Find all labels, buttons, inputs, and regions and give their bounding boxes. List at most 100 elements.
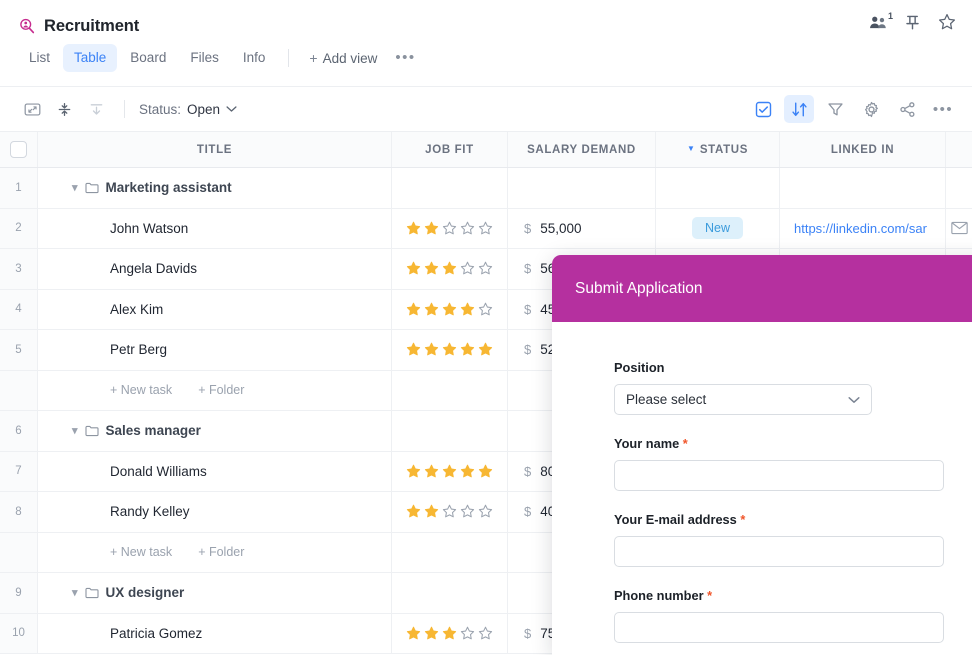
new-folder-button[interactable]: + Folder: [198, 545, 244, 559]
chevron-down-icon[interactable]: ▾: [72, 181, 78, 194]
cell-job-fit[interactable]: [392, 411, 508, 451]
star-filled-icon[interactable]: [406, 221, 421, 236]
star-filled-icon[interactable]: [442, 302, 457, 317]
group-row-label[interactable]: ▾Sales manager: [72, 423, 201, 438]
star-filled-icon[interactable]: [442, 342, 457, 357]
cell-title[interactable]: John Watson: [38, 209, 392, 249]
phone-input[interactable]: [614, 612, 944, 643]
checkbox-select-icon[interactable]: [748, 95, 778, 123]
table-row[interactable]: 2John Watson$55,000Newhttps://linkedin.c…: [0, 209, 972, 250]
cell-status[interactable]: New: [656, 209, 780, 249]
expand-icon[interactable]: [18, 96, 46, 122]
star-filled-icon[interactable]: [460, 302, 475, 317]
collapse-rows-icon[interactable]: [50, 96, 78, 122]
star-empty-icon[interactable]: [478, 261, 493, 276]
tab-list[interactable]: List: [18, 44, 61, 72]
star-filled-icon[interactable]: [424, 464, 439, 479]
star-empty-icon[interactable]: [460, 261, 475, 276]
job-fit-rating[interactable]: [406, 221, 493, 236]
filter-icon[interactable]: [820, 95, 850, 123]
column-header-salary-demand[interactable]: SALARY DEMAND: [508, 132, 656, 167]
members-icon[interactable]: 1: [869, 15, 887, 35]
select-all-checkbox[interactable]: [10, 141, 27, 158]
cell-job-fit[interactable]: [392, 614, 508, 654]
cell-job-fit[interactable]: [392, 371, 508, 411]
cell-salary-demand[interactable]: [508, 168, 656, 208]
cell-title[interactable]: ▾Sales manager: [38, 411, 392, 451]
group-row-label[interactable]: ▾Marketing assistant: [72, 180, 232, 195]
cell-salary-demand[interactable]: $55,000: [508, 209, 656, 249]
more-icon[interactable]: •••: [928, 95, 958, 123]
star-empty-icon[interactable]: [442, 221, 457, 236]
star-empty-icon[interactable]: [478, 302, 493, 317]
job-fit-rating[interactable]: [406, 342, 493, 357]
group-row-label[interactable]: ▾UX designer: [72, 585, 184, 600]
star-filled-icon[interactable]: [406, 504, 421, 519]
email-input[interactable]: [614, 536, 944, 567]
star-empty-icon[interactable]: [478, 504, 493, 519]
cell-job-fit[interactable]: [392, 573, 508, 613]
cell-title[interactable]: Patricia Gomez: [38, 614, 392, 654]
cell-title[interactable]: Randy Kelley: [38, 492, 392, 532]
tab-info[interactable]: Info: [232, 44, 277, 72]
job-fit-rating[interactable]: [406, 261, 493, 276]
star-empty-icon[interactable]: [478, 626, 493, 641]
star-filled-icon[interactable]: [460, 464, 475, 479]
status-badge[interactable]: New: [692, 217, 743, 239]
star-filled-icon[interactable]: [460, 342, 475, 357]
envelope-icon[interactable]: [951, 221, 968, 235]
new-folder-button[interactable]: + Folder: [198, 383, 244, 397]
cell-job-fit[interactable]: [392, 249, 508, 289]
star-filled-icon[interactable]: [442, 261, 457, 276]
expand-rows-icon[interactable]: [82, 96, 110, 122]
star-empty-icon[interactable]: [460, 221, 475, 236]
star-filled-icon[interactable]: [424, 504, 439, 519]
star-filled-icon[interactable]: [478, 342, 493, 357]
star-empty-icon[interactable]: [460, 626, 475, 641]
cell-job-fit[interactable]: [392, 330, 508, 370]
position-select[interactable]: Please select: [614, 384, 872, 415]
column-header-status[interactable]: ▼ STATUS: [656, 132, 780, 167]
cell-linked-in[interactable]: [780, 168, 946, 208]
column-header-title[interactable]: TITLE: [38, 132, 392, 167]
cell-title[interactable]: + New task+ Folder: [38, 533, 392, 573]
tab-board[interactable]: Board: [119, 44, 177, 72]
star-filled-icon[interactable]: [406, 261, 421, 276]
star-filled-icon[interactable]: [424, 261, 439, 276]
cell-title[interactable]: + New task + Folder: [38, 371, 392, 411]
job-fit-rating[interactable]: [406, 504, 493, 519]
star-filled-icon[interactable]: [442, 626, 457, 641]
linkedin-link[interactable]: https://linkedin.com/sar: [794, 221, 927, 236]
cell-title[interactable]: Petr Berg: [38, 330, 392, 370]
star-filled-icon[interactable]: [442, 464, 457, 479]
star-empty-icon[interactable]: [460, 504, 475, 519]
job-fit-rating[interactable]: [406, 626, 493, 641]
chevron-down-icon[interactable]: ▾: [72, 424, 78, 437]
star-filled-icon[interactable]: [424, 221, 439, 236]
cell-linked-in[interactable]: https://linkedin.com/sar: [780, 209, 946, 249]
sort-icon[interactable]: [784, 95, 814, 123]
cell-job-fit[interactable]: [392, 290, 508, 330]
cell-status[interactable]: [656, 168, 780, 208]
cell-job-fit[interactable]: [392, 209, 508, 249]
star-filled-icon[interactable]: [406, 302, 421, 317]
settings-icon[interactable]: [856, 95, 886, 123]
star-filled-icon[interactable]: [406, 464, 421, 479]
cell-title[interactable]: ▾UX designer: [38, 573, 392, 613]
cell-job-fit[interactable]: [392, 533, 508, 573]
status-filter-dropdown[interactable]: Status: Open: [139, 102, 237, 117]
star-filled-icon[interactable]: [424, 302, 439, 317]
star-empty-icon[interactable]: [478, 221, 493, 236]
cell-job-fit[interactable]: [392, 492, 508, 532]
star-filled-icon[interactable]: [478, 464, 493, 479]
cell-job-fit[interactable]: [392, 452, 508, 492]
new-task-button[interactable]: + New task: [110, 383, 172, 397]
your-name-input[interactable]: [614, 460, 944, 491]
star-filled-icon[interactable]: [424, 342, 439, 357]
job-fit-rating[interactable]: [406, 302, 493, 317]
cell-title[interactable]: Donald Williams: [38, 452, 392, 492]
cell-job-fit[interactable]: [392, 168, 508, 208]
chevron-down-icon[interactable]: ▾: [72, 586, 78, 599]
column-header-linked-in[interactable]: LINKED IN: [780, 132, 946, 167]
tab-files[interactable]: Files: [179, 44, 230, 72]
